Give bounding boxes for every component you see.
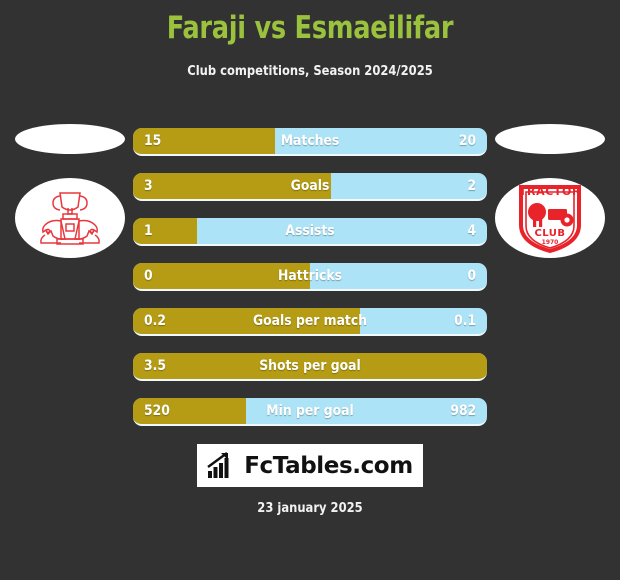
stat-label: Matches	[280, 133, 340, 149]
stat-away-value: 0.1	[454, 313, 476, 329]
stat-label: Assists	[285, 223, 335, 239]
stat-away-value: 4	[467, 223, 476, 239]
stat-row: 520 Min per goal 982	[133, 398, 487, 426]
stat-label: Shots per goal	[259, 358, 361, 374]
stat-row: 0.2 Goals per match 0.1	[133, 308, 487, 336]
stat-row: 0 Hattricks 0	[133, 263, 487, 291]
svg-text:TRACTOR: TRACTOR	[519, 185, 581, 198]
stat-label: Min per goal	[266, 403, 354, 419]
stat-row: 3.5 Shots per goal	[133, 353, 487, 381]
stat-row: 3 Goals 2	[133, 173, 487, 201]
stat-row: 1 Assists 4	[133, 218, 487, 246]
home-club-badge[interactable]	[15, 178, 125, 258]
stat-away-value: 982	[450, 403, 476, 419]
trophy-crest-icon	[40, 192, 100, 245]
page-title: Faraji vs Esmaeilifar	[166, 10, 454, 46]
fctables-logo-text: FcTables.com	[244, 452, 413, 479]
stat-away-value: 2	[467, 178, 476, 194]
stat-label: Goals per match	[252, 313, 368, 329]
stat-label: Hattricks	[278, 268, 342, 284]
report-date: 23 january 2025	[257, 500, 363, 516]
away-club-badge[interactable]: TRACTOR CLUB 1970	[495, 178, 605, 258]
away-badge-reflection	[495, 124, 605, 154]
stat-bars-list: 15 Matches 20 3 Goals 2 1 Assists 4 0 Hattricks 0 0.…	[133, 128, 487, 443]
svg-text:CLUB: CLUB	[534, 228, 565, 239]
stat-away-value: 20	[458, 133, 476, 149]
stat-row: 15 Matches 20	[133, 128, 487, 156]
svg-text:1970: 1970	[542, 239, 559, 246]
stat-away-value: 0	[467, 268, 476, 284]
tractor-crest-icon: TRACTOR CLUB 1970	[519, 185, 581, 254]
bar-chart-icon	[207, 452, 229, 478]
stat-comparison-page: Faraji vs Esmaeilifar Club competitions,…	[0, 0, 620, 580]
fctables-logo[interactable]: FcTables.com	[197, 444, 423, 487]
page-subtitle: Club competitions, Season 2024/2025	[187, 63, 433, 79]
stat-label: Goals	[290, 178, 330, 194]
home-badge-reflection	[15, 124, 125, 154]
